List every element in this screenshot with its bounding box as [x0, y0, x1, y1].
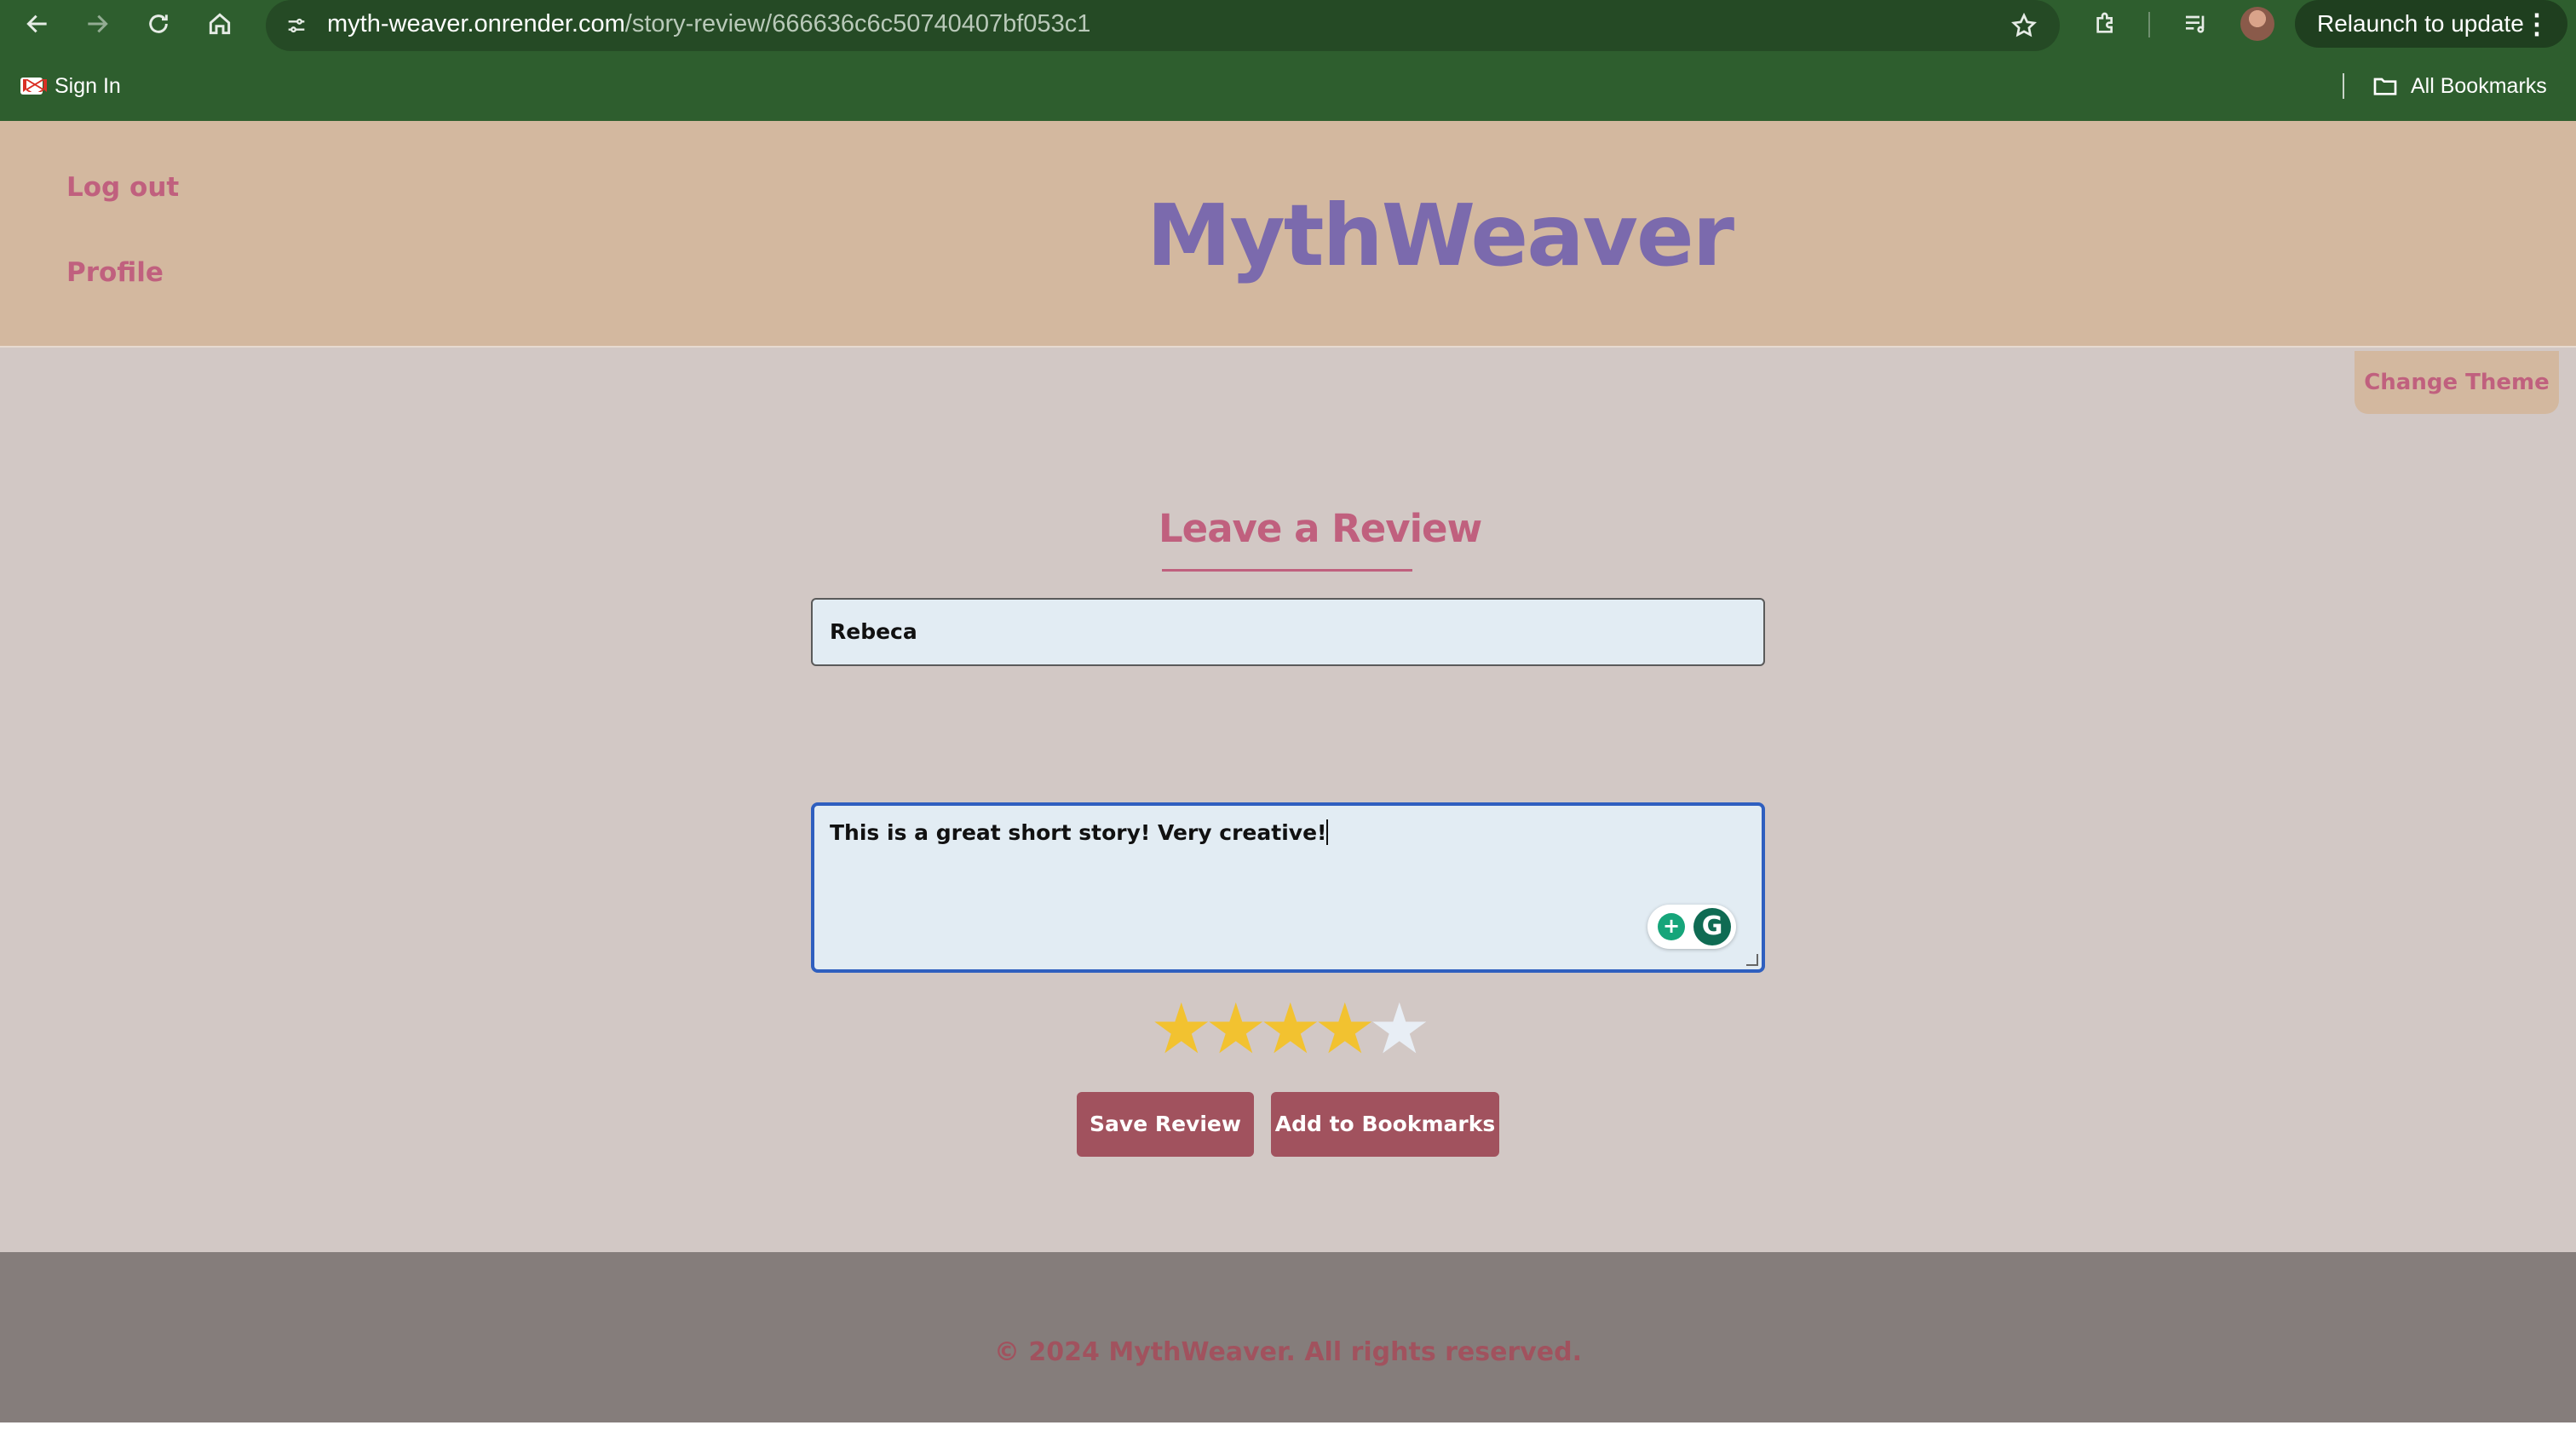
- reload-icon[interactable]: [140, 5, 177, 43]
- browser-toolbar: myth-weaver.onrender.com/story-review/66…: [0, 0, 2576, 51]
- extensions-icon[interactable]: [2089, 7, 2123, 41]
- address-bar[interactable]: myth-weaver.onrender.com/story-review/66…: [266, 0, 2060, 51]
- all-bookmarks[interactable]: All Bookmarks: [2372, 63, 2547, 109]
- bookmarks-bar: Sign In All Bookmarks: [0, 63, 2576, 109]
- resize-handle-icon[interactable]: [1746, 954, 1758, 966]
- media-controls-icon[interactable]: [2179, 7, 2213, 41]
- add-to-bookmarks-button[interactable]: Add to Bookmarks: [1271, 1092, 1499, 1157]
- star-icon-5[interactable]: ★: [1368, 995, 1431, 1065]
- url-text: myth-weaver.onrender.com/story-review/66…: [327, 10, 1091, 37]
- profile-link[interactable]: Profile: [66, 257, 164, 288]
- site-footer: © 2024 MythWeaver. All rights reserved.: [0, 1252, 2576, 1422]
- star-rating: ★ ★ ★ ★ ★: [1150, 995, 1431, 1065]
- toolbar-separator: [2148, 12, 2150, 37]
- home-icon[interactable]: [201, 5, 239, 43]
- back-icon[interactable]: [19, 5, 56, 43]
- logout-link[interactable]: Log out: [66, 172, 179, 203]
- bookmark-star-icon[interactable]: [2007, 9, 2041, 43]
- folder-icon: [2373, 78, 2397, 95]
- grammarly-logo-icon[interactable]: G: [1693, 908, 1731, 945]
- grammarly-suggestion-icon[interactable]: +: [1658, 913, 1685, 940]
- star-icon-4[interactable]: ★: [1314, 995, 1377, 1065]
- save-review-button[interactable]: Save Review: [1077, 1092, 1254, 1157]
- relaunch-button[interactable]: Relaunch to update ⋮: [2295, 0, 2567, 48]
- forward-icon[interactable]: [78, 5, 116, 43]
- bookmarks-separator: [2343, 73, 2344, 99]
- star-icon-2[interactable]: ★: [1205, 995, 1268, 1065]
- browser-chrome: myth-weaver.onrender.com/story-review/66…: [0, 0, 2576, 121]
- more-menu-icon[interactable]: ⋮: [2523, 0, 2550, 48]
- page-title: Leave a Review: [1159, 506, 1482, 551]
- gmail-icon: [20, 78, 47, 95]
- review-text-value: This is a great short story! Very creati…: [830, 820, 1327, 845]
- title-underline: [1162, 569, 1412, 572]
- site-header: Log out Profile MythWeaver: [0, 121, 2576, 348]
- copyright-text: © 2024 MythWeaver. All rights reserved.: [993, 1337, 1583, 1367]
- review-textarea[interactable]: This is a great short story! Very creati…: [811, 802, 1765, 973]
- star-icon-1[interactable]: ★: [1150, 995, 1213, 1065]
- profile-avatar[interactable]: [2240, 7, 2274, 41]
- page: Log out Profile MythWeaver Change Theme …: [0, 121, 2576, 1422]
- text-caret: [1326, 819, 1329, 845]
- reviewer-name-input[interactable]: Rebeca: [811, 598, 1765, 666]
- star-icon-3[interactable]: ★: [1259, 995, 1322, 1065]
- site-settings-icon[interactable]: [281, 10, 312, 41]
- grammarly-widget[interactable]: + G: [1647, 905, 1736, 949]
- change-theme-button[interactable]: Change Theme: [2355, 351, 2559, 414]
- site-logo[interactable]: MythWeaver: [1147, 181, 1734, 291]
- bookmark-sign-in[interactable]: Sign In: [20, 63, 121, 109]
